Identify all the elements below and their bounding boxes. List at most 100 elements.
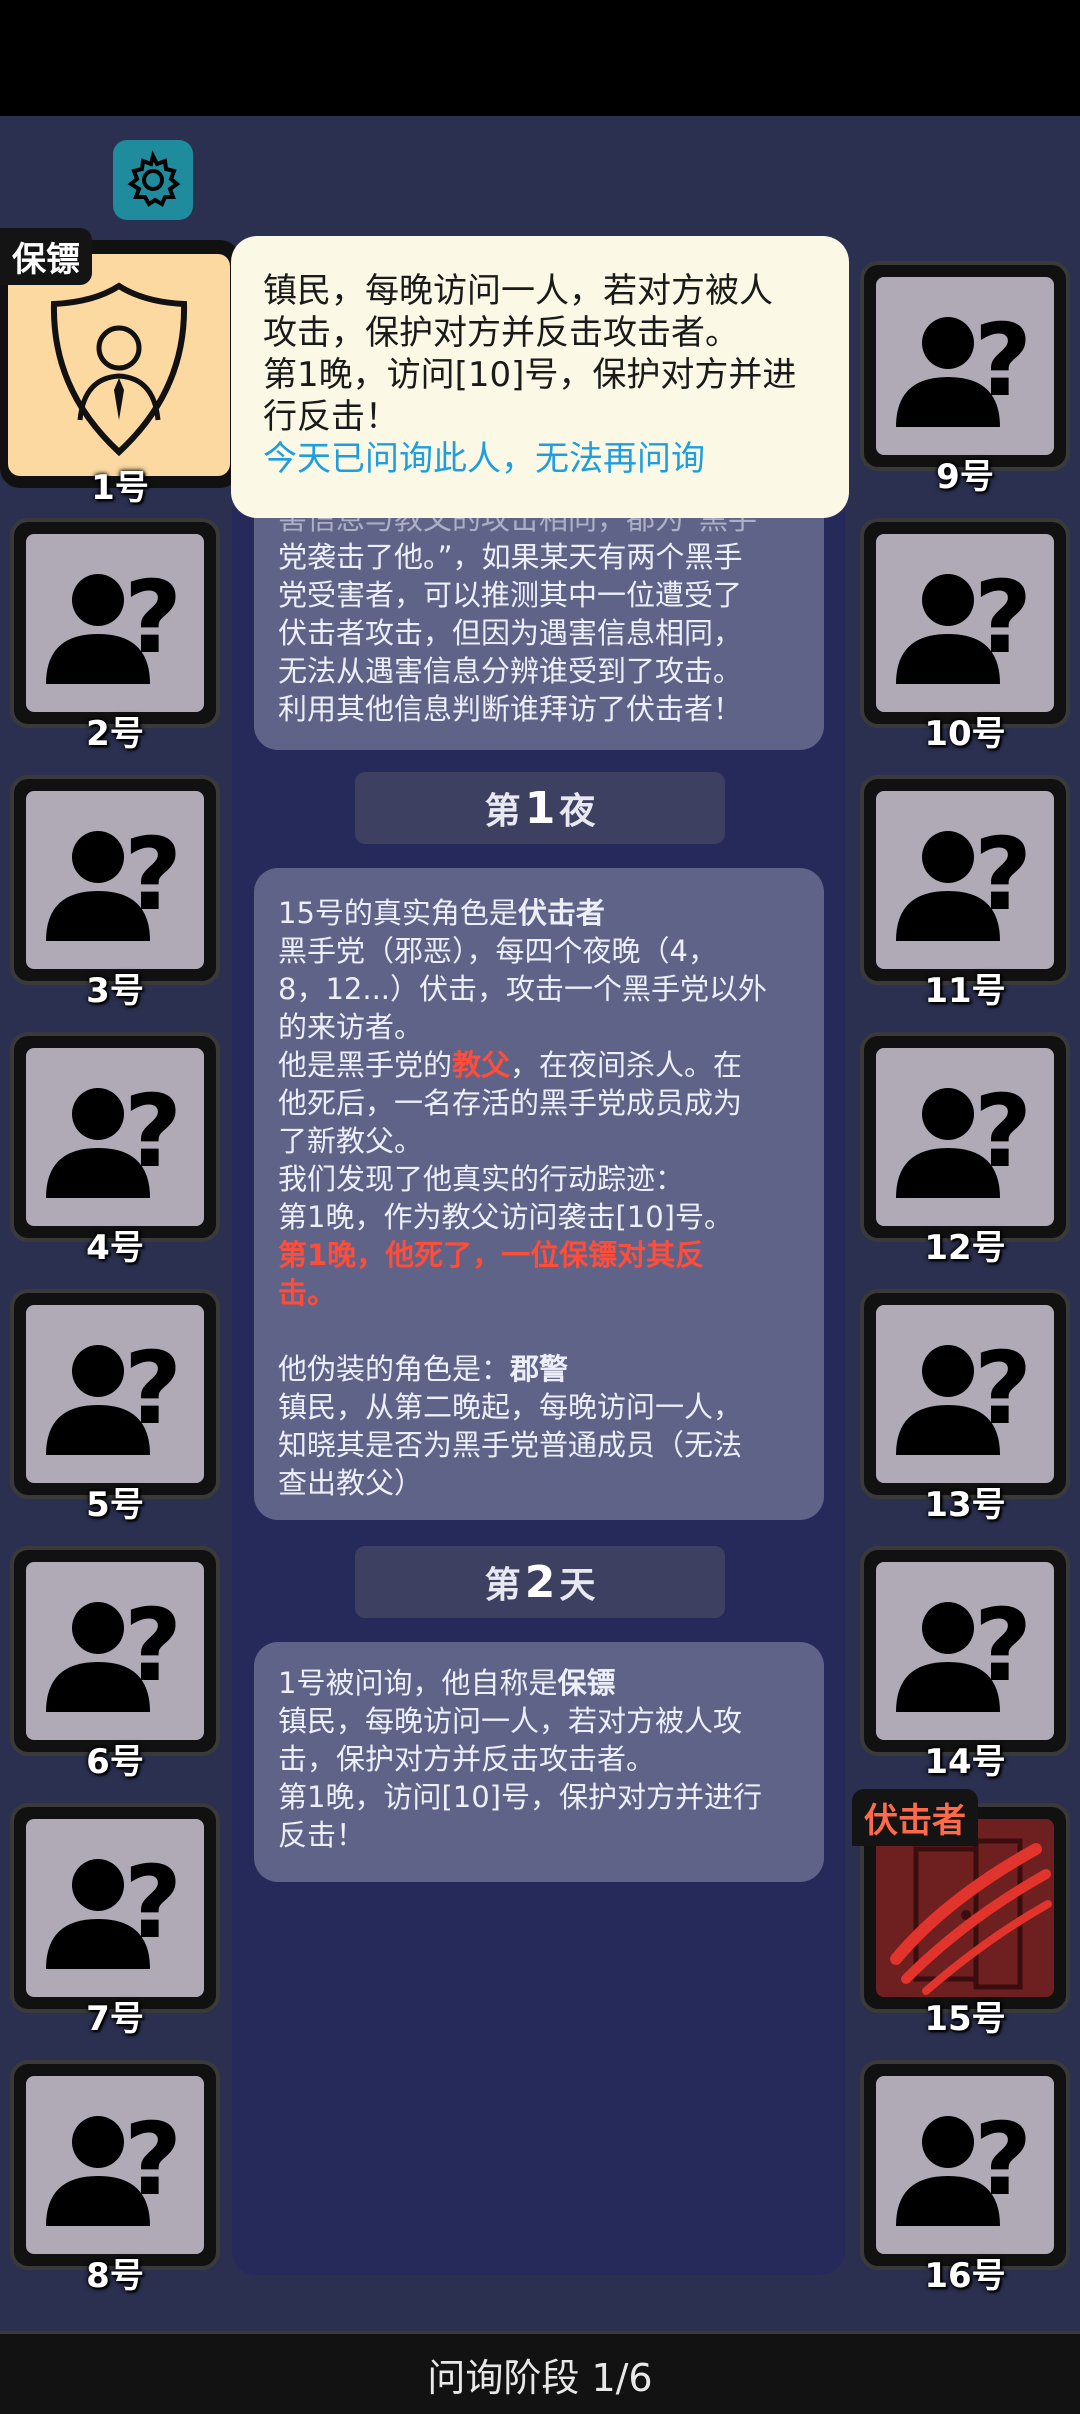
player-slot-6[interactable]: ? 6号 <box>10 1546 220 1782</box>
slot-inner: ? <box>876 791 1054 969</box>
log-card-line: 无法从遇害信息分辨谁受到了攻击。 <box>278 654 743 688</box>
player-info-tooltip[interactable]: 镇民，每晚访问一人，若对方被人 攻击，保护对方并反击攻击者。 第1晚，访问[10… <box>231 236 849 518</box>
player-number-label: 7号 <box>86 1999 144 2039</box>
unknown-person-icon: ? <box>46 1587 182 1712</box>
player-slot-1[interactable]: 保镖 1号 <box>0 228 240 508</box>
slot-inner: ? <box>26 534 204 712</box>
player-slot-14[interactable]: ? 14号 <box>860 1546 1070 1782</box>
svg-text:?: ? <box>124 1073 182 1190</box>
log-card-line: 利用其他信息判断谁拜访了伏击者！ <box>278 692 743 726</box>
night-header: 第1夜 <box>355 772 725 844</box>
player-number-label: 4号 <box>86 1228 144 1268</box>
player-number-label: 8号 <box>86 2256 144 2296</box>
slot-inner: ? <box>876 1562 1054 1740</box>
unknown-person-icon: ? <box>896 559 1032 684</box>
log-card-day2: 1号被问询，他自称是保镖 镇民，每晚访问一人，若对方被人攻 击，保护对方并反击攻… <box>254 1642 824 1882</box>
player-slot-15[interactable]: 伏击者 15号 <box>852 1789 1070 2039</box>
status-bar <box>0 0 1080 116</box>
log-card-line: 15号的真实角色是伏击者 <box>278 896 605 930</box>
unknown-person-icon: ? <box>46 1844 182 1969</box>
slot-inner: ? <box>876 1048 1054 1226</box>
log-card-line: 知晓其是否为黑手党普通成员（无法 <box>278 1428 743 1462</box>
svg-text:?: ? <box>124 1844 182 1961</box>
log-card-line: 击，保护对方并反击攻击者。 <box>278 1742 656 1776</box>
unknown-person-icon: ? <box>896 1330 1032 1455</box>
svg-text:?: ? <box>974 1073 1032 1190</box>
slot-inner: ? <box>876 534 1054 712</box>
slot-inner: ? <box>26 1562 204 1740</box>
phase-label: 问询阶段 1/6 <box>427 2355 653 2400</box>
slot-inner: ? <box>26 2076 204 2254</box>
player-number-label: 2号 <box>86 714 144 754</box>
player-slot-16[interactable]: ? 16号 <box>860 2060 1070 2296</box>
player-slot-10[interactable]: ? 10号 <box>860 518 1070 754</box>
player-slot-3[interactable]: ? 3号 <box>10 775 220 1011</box>
svg-text:?: ? <box>974 1330 1032 1447</box>
player-slot-4[interactable]: ? 4号 <box>10 1032 220 1268</box>
svg-text:?: ? <box>974 816 1032 933</box>
player-slot-13[interactable]: ? 13号 <box>860 1289 1070 1525</box>
log-card-line: 反击！ <box>278 1818 366 1852</box>
log-card-night1: 15号的真实角色是伏击者 黑手党（邪恶），每四个夜晚（4， 8，12...）伏击… <box>254 868 824 1520</box>
player-slot-5[interactable]: ? 5号 <box>10 1289 220 1525</box>
player-number-label: 1号 <box>91 468 149 508</box>
phase-bar: 问询阶段 1/6 <box>0 2331 1080 2414</box>
slot-inner: ? <box>876 1305 1054 1483</box>
log-card-line: 他是黑手党的教父，在夜间杀人。在 <box>278 1048 743 1082</box>
log-card-line: 黑手党（邪恶），每四个夜晚（4， <box>278 934 717 968</box>
slot-inner: ? <box>26 1819 204 1997</box>
log-card-line: 查出教父） <box>278 1466 424 1500</box>
log-card-line: 他死后，一名存活的黑手党成员成为 <box>278 1086 743 1120</box>
log-card-line: 8，12...）伏击，攻击一个黑手党以外 <box>278 972 768 1006</box>
slot-inner: ? <box>26 1305 204 1483</box>
log-card-previous: 害信息与教父的攻击相同，都为“黑手 党袭击了他。”，如果某天有两个黑手 党受害者… <box>254 492 824 750</box>
unknown-person-icon: ? <box>46 559 182 684</box>
svg-text:?: ? <box>124 816 182 933</box>
svg-text:?: ? <box>124 1330 182 1447</box>
tooltip-line: 镇民，每晚访问一人，若对方被人 <box>263 271 773 311</box>
slot-inner: ? <box>26 791 204 969</box>
player-slot-11[interactable]: ? 11号 <box>860 775 1070 1011</box>
svg-text:?: ? <box>974 559 1032 676</box>
log-card-line: 我们发现了他真实的行动踪迹： <box>278 1162 685 1196</box>
settings-button[interactable] <box>113 140 193 220</box>
log-card-line: 第1晚，他死了，一位保镖对其反 <box>278 1238 705 1272</box>
unknown-person-icon: ? <box>46 1330 182 1455</box>
unknown-person-icon: ? <box>46 1073 182 1198</box>
player-number-label: 13号 <box>924 1485 1006 1525</box>
shield-person-icon <box>50 282 188 457</box>
slot-inner: ? <box>876 277 1054 455</box>
player-number-label: 16号 <box>924 2256 1006 2296</box>
player-slot-2[interactable]: ? 2号 <box>10 518 220 754</box>
unknown-person-icon: ? <box>46 816 182 941</box>
tooltip-line: 第1晚，访问[10]号，保护对方并进 <box>263 355 797 395</box>
svg-text:?: ? <box>974 302 1032 419</box>
log-card-line: 镇民，每晚访问一人，若对方被人攻 <box>278 1704 743 1738</box>
svg-text:?: ? <box>124 559 182 676</box>
player-slot-7[interactable]: ? 7号 <box>10 1803 220 2039</box>
tooltip-line: 行反击！ <box>263 397 399 437</box>
log-card-line: 镇民，从第二晚起，每晚访问一人， <box>278 1390 743 1424</box>
log-card-line: 了新教父。 <box>278 1124 424 1158</box>
svg-text:?: ? <box>974 1587 1032 1704</box>
log-card-line: 1号被问询，他自称是保镖 <box>278 1666 616 1700</box>
player-number-label: 10号 <box>924 714 1006 754</box>
log-card-line: 伏击者攻击，但因为遇害信息相同， <box>278 616 743 650</box>
unknown-person-icon: ? <box>896 302 1032 427</box>
unknown-person-icon: ? <box>896 2101 1032 2226</box>
svg-text:?: ? <box>124 2101 182 2218</box>
svg-text:?: ? <box>974 2101 1032 2218</box>
unknown-person-icon: ? <box>46 2101 182 2226</box>
tooltip-line: 攻击，保护对方并反击攻击者。 <box>263 313 739 353</box>
log-card-line: 的来访者。 <box>278 1010 424 1044</box>
log-card-line: 党受害者，可以推测其中一位遭受了 <box>278 578 743 612</box>
role-tag: 伏击者 <box>852 1789 978 1846</box>
slot-inner: ? <box>26 1048 204 1226</box>
player-slot-12[interactable]: ? 12号 <box>860 1032 1070 1268</box>
role-tag: 保镖 <box>0 228 92 285</box>
log-card-line: 第1晚，访问[10]号，保护对方并进行 <box>278 1780 762 1814</box>
player-slot-8[interactable]: ? 8号 <box>10 2060 220 2296</box>
player-number-label: 14号 <box>924 1742 1006 1782</box>
player-slot-9[interactable]: ? 9号 <box>860 261 1070 497</box>
player-number-label: 15号 <box>924 1999 1006 2039</box>
